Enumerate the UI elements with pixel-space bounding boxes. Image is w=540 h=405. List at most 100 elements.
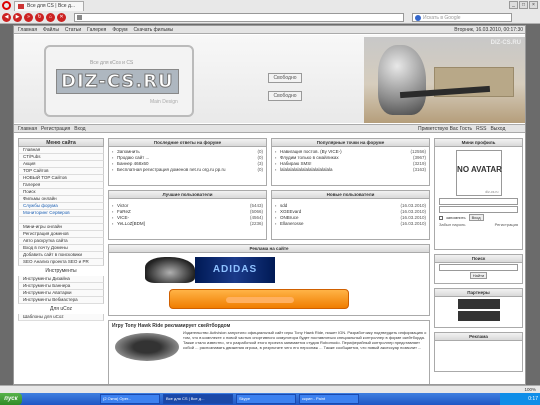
nav-movies[interactable]: Скачать фильмы [134, 27, 174, 33]
fast-forward-icon[interactable]: » [24, 13, 33, 22]
nav-files[interactable]: Файлы [43, 27, 59, 33]
sidebar-item[interactable]: Поиск [18, 189, 104, 196]
link-home[interactable]: Главная [18, 126, 37, 132]
minimize-button[interactable]: _ [509, 1, 518, 9]
login-button[interactable]: Вход [468, 214, 484, 221]
sidebar-item[interactable]: НОВЫЙ TOP Сайтов [18, 175, 104, 182]
list-item-text: Набираю SMS! [280, 161, 312, 166]
sidebar-item[interactable]: Инструменты Аватарки [18, 290, 104, 297]
sidebar-item[interactable]: Мини-игры онлайн [18, 224, 104, 231]
sidebar-item[interactable]: Шаблоны для uCoz [18, 314, 104, 321]
zoom-level[interactable]: 100% [524, 387, 536, 392]
right-ads-box: Реклама [434, 332, 523, 372]
search-placeholder: Искать в Google [423, 15, 461, 21]
search-input[interactable]: Искать в Google [412, 13, 512, 22]
back-icon[interactable]: ◀ [2, 13, 11, 22]
address-bar[interactable] [74, 13, 404, 22]
nav-forum[interactable]: Форум [112, 27, 127, 33]
rss-link[interactable]: RSS [476, 126, 486, 132]
task-browser-active[interactable]: Все для CS | Все д... [163, 394, 233, 404]
task-skype[interactable]: Skype [236, 394, 296, 404]
task-opera-windows[interactable]: (2 Окна) Oper... [100, 394, 160, 404]
mini-profile-title: Мини профиль [435, 139, 522, 147]
nav-home[interactable]: Главная [18, 27, 37, 33]
header-slot-button-1[interactable]: Свободно [268, 73, 302, 83]
sidebar-item[interactable] [18, 217, 104, 224]
avatar: NO AVATAR diz-cs.ru [455, 150, 502, 196]
start-button[interactable]: пуск [0, 393, 22, 405]
forum-replies-title: Последние ответы на форуме [109, 139, 266, 147]
close-window-button[interactable]: × [529, 1, 538, 9]
avatar-text: NO AVATAR [457, 165, 502, 174]
user-bar: Главная Регистрация Вход Приветствую Вас… [14, 124, 525, 133]
task-paint[interactable]: скрин - Paint [299, 394, 359, 404]
list-item-text: Продаю сайт ... [117, 155, 150, 160]
list-item[interactable]: lalalalalalalalalalalalalalala (3163) [272, 167, 429, 173]
list-item-text: Запомнить [117, 149, 140, 154]
sidebar-item[interactable]: Инструменты Баннера [18, 283, 104, 290]
ucoz-title: Для uCoz [49, 306, 73, 312]
sidebar-item[interactable]: Акция [18, 161, 104, 168]
username-field[interactable] [439, 198, 518, 205]
nav-gallery[interactable]: Галерея [87, 27, 106, 33]
site-search-input[interactable] [439, 264, 518, 271]
user-links: Главная Регистрация Вход [18, 126, 86, 132]
soldier-figure [378, 45, 426, 115]
sidebar-item[interactable]: Добавить сайт в поисковики [18, 252, 104, 259]
reload-icon[interactable]: ↻ [35, 13, 44, 22]
site-date: Вторник, 16.03.2010, 00:17:30 [454, 27, 523, 33]
left-column: Меню сайта Главная CT/Pubs Акция TOP Сайтов… [18, 138, 104, 321]
opera-menu-icon[interactable] [2, 1, 11, 10]
sidebar-item[interactable]: CT/Pubs [18, 154, 104, 161]
forward-icon[interactable]: ▶ [13, 13, 22, 22]
nav-articles[interactable]: Статьи [65, 27, 81, 33]
sidebar-item[interactable]: Инструменты Дизайна [18, 276, 104, 283]
adidas-banner[interactable]: ADIDAS [195, 257, 275, 283]
password-field[interactable] [439, 206, 518, 213]
logout-link[interactable]: Выход [490, 126, 505, 132]
sidebar-item[interactable]: Мониторинг Серверов [18, 210, 104, 217]
car-banner-image[interactable] [145, 257, 195, 283]
partners-title: Партнеры [435, 289, 522, 297]
sidebar-item[interactable]: Регистрация доменов [18, 231, 104, 238]
tools-menu: Инструменты Дизайна Инструменты Баннера Ин… [18, 276, 104, 304]
header-slot-button-2[interactable]: Свободно [268, 91, 302, 101]
sidebar-item[interactable]: Главная [18, 147, 104, 154]
article-title[interactable]: Игру Tony Hawk Ride рекламирует скейтбор… [112, 323, 230, 329]
list-item[interactable]: Бесплатная регистрация доменов net.ru or… [109, 167, 266, 178]
search-button[interactable]: Найти [469, 272, 488, 279]
news-article: Игру Tony Hawk Ride рекламирует скейтбор… [108, 320, 430, 384]
best-users-title: Лучшие пользователи [109, 191, 266, 199]
forgot-password-link[interactable]: Забыл пароль [439, 222, 465, 227]
remember-checkbox[interactable] [439, 215, 443, 220]
maximize-button[interactable]: □ [519, 1, 528, 9]
stop-icon[interactable]: ✕ [57, 13, 66, 22]
sidebar-item[interactable]: Галерея [18, 182, 104, 189]
window-controls: _ □ × [509, 1, 538, 9]
search-title: Поиск [435, 255, 522, 263]
home-icon[interactable]: ⌂ [46, 13, 55, 22]
sidebar-item[interactable]: Авто раскрутка сайта [18, 238, 104, 245]
link-register[interactable]: Регистрация [41, 126, 70, 132]
list-item-count: (3163) [410, 167, 426, 173]
sidebar-item[interactable]: TOP Сайтов [18, 168, 104, 175]
remember-row: запомнить Вход [439, 214, 518, 221]
browser-tab[interactable]: Все для CS | Все д... [14, 1, 84, 11]
orange-banner-button[interactable] [169, 289, 349, 309]
sidebar-item[interactable]: Фильмы онлайн [18, 196, 104, 203]
register-link[interactable]: Регистрация [495, 222, 518, 227]
site-logo[interactable]: Все для кСоз и CS DIZ-CS.RU Main Design [44, 45, 194, 117]
list-item[interactable]: Ellanerosse (16.03.2010) [272, 221, 429, 227]
google-icon [415, 15, 421, 21]
greeting: Приветствую Вас Гость RSS Выход [418, 126, 505, 132]
link-login[interactable]: Вход [74, 126, 85, 132]
partner-banner-2[interactable] [457, 311, 500, 321]
popular-topics-title: Популярные точки на форуме [272, 139, 429, 147]
sidebar-item[interactable]: SEO Анализ проекта SEO и PR [18, 259, 104, 266]
partner-banner-1[interactable] [457, 299, 500, 309]
sidebar-item[interactable]: Вход в почту Домены [18, 245, 104, 252]
sidebar-item[interactable]: Инструменты Вебмастера [18, 297, 104, 304]
site-top-nav: Главная Файлы Статьи Галерея Форум Скача… [18, 27, 173, 33]
list-item[interactable]: YeLLoZ[BDM] (2236) [109, 221, 266, 227]
sidebar-item[interactable]: Службы форума [18, 203, 104, 210]
